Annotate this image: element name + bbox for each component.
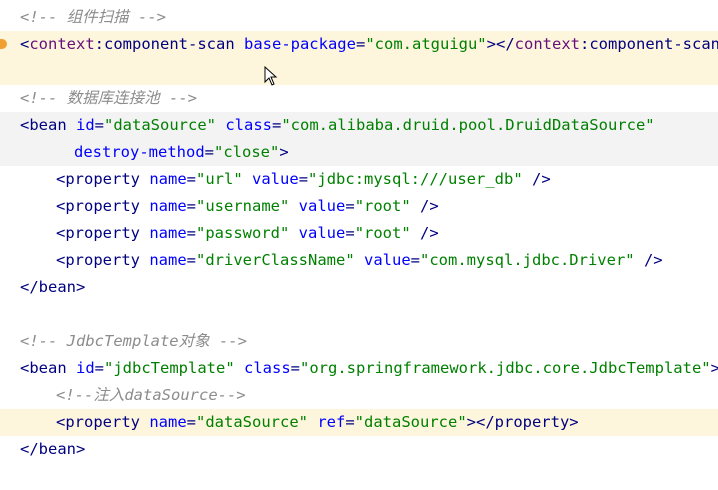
value-jdbctemplate-class: "org.springframework.jdbc.core.JdbcTempl… — [300, 359, 711, 377]
value-root: "root" — [354, 197, 411, 215]
equals: = — [290, 359, 301, 377]
comment-jdbctemplate: <!-- JdbcTemplate对象 --> — [20, 332, 247, 350]
code-line-10: <property name="driverClassName" value="… — [0, 247, 718, 274]
tag-bracket: /> — [410, 197, 439, 215]
tag-name: :component-scan — [94, 35, 235, 53]
attr-class: class — [234, 359, 291, 377]
value-username: "username" — [196, 197, 290, 215]
attr-class: class — [216, 116, 272, 134]
tag-bracket: </ — [496, 35, 515, 53]
attr-destroy-method: destroy-method — [74, 143, 205, 161]
attr-name: name — [140, 251, 187, 269]
equals: = — [204, 143, 214, 161]
attr-ref: ref — [308, 413, 346, 431]
comment-component-scan: <!-- 组件扫描 --> — [20, 8, 166, 26]
value-datasource-ref: "dataSource" — [354, 413, 467, 431]
equals: = — [345, 413, 355, 431]
code-line-1: <!-- 组件扫描 --> — [0, 4, 718, 31]
attr-value: value — [242, 170, 299, 188]
attr-name: name — [140, 224, 187, 242]
value-datasource: "dataSource" — [104, 116, 216, 134]
value-driverclassname: "driverClassName" — [196, 251, 355, 269]
equals: = — [186, 413, 197, 431]
code-line-5: <bean id="dataSource" class="com.alibaba… — [0, 112, 718, 139]
attr-name: name — [140, 413, 187, 431]
code-line-2: <context:component-scan base-package="co… — [0, 31, 718, 58]
value-driver: "com.mysql.jdbc.Driver" — [420, 251, 635, 269]
code-line-8: <property name="username" value="root" /… — [0, 193, 718, 220]
attr-value: value — [354, 251, 411, 269]
equals: = — [94, 116, 105, 134]
attr-id: id — [66, 116, 95, 134]
tag-name: :component-scan — [580, 35, 718, 53]
attr-value: value — [289, 197, 346, 215]
code-line-13: <!-- JdbcTemplate对象 --> — [0, 328, 718, 355]
tag-property: <property — [56, 413, 140, 431]
equals: = — [355, 35, 366, 53]
equals: = — [94, 359, 105, 377]
tag-bracket: > — [710, 359, 718, 377]
equals: = — [272, 116, 282, 134]
value-datasource: "dataSource" — [196, 413, 308, 431]
equals: = — [186, 170, 197, 188]
equals: = — [186, 224, 197, 242]
mouse-cursor-icon — [264, 66, 278, 86]
tag-bracket: /> — [522, 170, 551, 188]
tag-bean-close: </bean> — [20, 278, 86, 296]
equals: = — [186, 197, 197, 215]
tag-bracket: /> — [410, 224, 439, 242]
tag-property: <property — [56, 251, 140, 269]
value-password: "password" — [196, 224, 290, 242]
attr-name: name — [140, 197, 187, 215]
value-druid: "com.alibaba.druid.pool.DruidDataSource" — [281, 116, 655, 134]
tag-property: <property — [56, 197, 140, 215]
equals: = — [345, 224, 355, 242]
tag-bracket: ></property> — [466, 413, 579, 431]
tag-bracket: > — [486, 35, 496, 53]
value-close: "close" — [214, 143, 280, 161]
tag-property: <property — [56, 170, 140, 188]
code-line-7: <property name="url" value="jdbc:mysql:/… — [0, 166, 718, 193]
value-url: "url" — [196, 170, 243, 188]
comment-pool: <!-- 数据库连接池 --> — [20, 89, 197, 107]
equals: = — [186, 251, 197, 269]
code-line-4: <!-- 数据库连接池 --> — [0, 85, 718, 112]
equals: = — [298, 170, 309, 188]
code-line-15: <!--注入dataSource--> — [0, 382, 718, 409]
value-jdbctemplate: "jdbcTemplate" — [104, 359, 235, 377]
equals: = — [410, 251, 420, 269]
code-line-11: </bean> — [0, 274, 718, 301]
attr-value: value — [289, 224, 346, 242]
code-line-9: <property name="password" value="root" /… — [0, 220, 718, 247]
code-line-6: destroy-method="close"> — [0, 139, 718, 166]
value-root: "root" — [354, 224, 411, 242]
tag-bracket: /> — [634, 251, 663, 269]
value-com-atguigu: "com.atguigu" — [365, 35, 487, 53]
code-line-17: </bean> — [0, 436, 718, 463]
attr-name: name — [140, 170, 187, 188]
code-line-3 — [0, 58, 718, 85]
tag-bracket: > — [279, 143, 289, 161]
attr-base-package: base-package — [234, 35, 356, 53]
comment-inject: <!--注入dataSource--> — [56, 386, 246, 404]
tag-bean-close: </bean> — [20, 440, 86, 458]
tag-property: <property — [56, 224, 140, 242]
tag-bean: <bean — [20, 116, 67, 134]
namespace: context — [514, 35, 580, 53]
code-line-14: <bean id="jdbcTemplate" class="org.sprin… — [0, 355, 718, 382]
attr-id: id — [66, 359, 95, 377]
namespace: context — [29, 35, 95, 53]
value-jdbc-url: "jdbc:mysql:///user_db" — [308, 170, 523, 188]
tag-bracket: < — [20, 35, 30, 53]
tag-bean: <bean — [20, 359, 67, 377]
code-line-16: <property name="dataSource" ref="dataSou… — [0, 409, 718, 436]
equals: = — [345, 197, 355, 215]
